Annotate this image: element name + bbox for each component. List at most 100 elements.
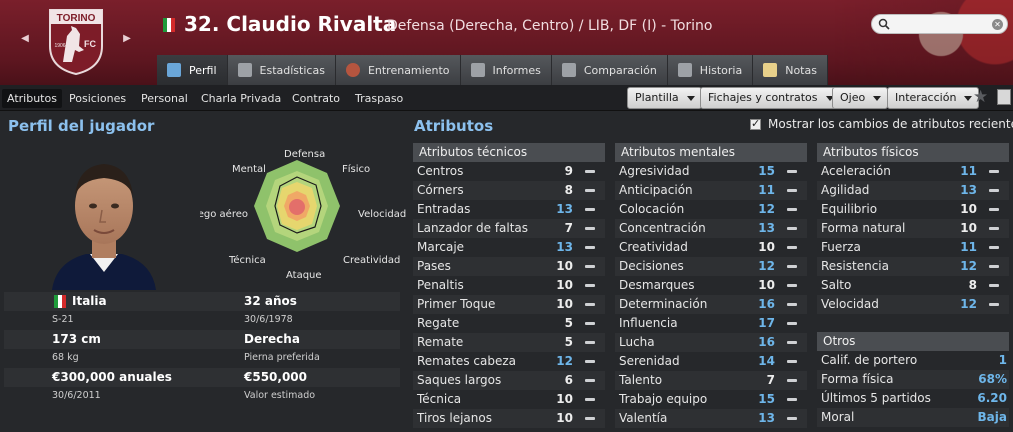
attribute-row[interactable]: Forma natural 10 bbox=[817, 219, 1009, 238]
nationality-value[interactable]: Italia bbox=[72, 294, 107, 308]
search-icon bbox=[878, 18, 890, 30]
attribute-row[interactable]: Equilibrio 10 bbox=[817, 200, 1009, 219]
other-stat-row: Últimos 5 partidos 6.20 bbox=[817, 389, 1009, 408]
attribute-row[interactable]: Agilidad 13 bbox=[817, 181, 1009, 200]
attribute-row[interactable]: Decisiones 12 bbox=[615, 257, 807, 276]
torino-crest-icon: TORINO FC 1906 bbox=[49, 9, 103, 76]
attribute-row[interactable]: Creatividad 10 bbox=[615, 238, 807, 257]
attribute-value: 15 bbox=[758, 392, 775, 406]
attribute-row[interactable]: Valentía 13 bbox=[615, 409, 807, 428]
attribute-row[interactable]: Primer Toque 10 bbox=[413, 295, 605, 314]
attribute-row[interactable]: Técnica 10 bbox=[413, 390, 605, 409]
tab-informes[interactable]: Informes bbox=[460, 55, 552, 85]
attribute-name: Remates cabeza bbox=[417, 354, 516, 368]
attribute-value: 13 bbox=[960, 183, 977, 197]
attribute-row[interactable]: Saques largos 6 bbox=[413, 371, 605, 390]
interaccion-dropdown-label: Interacción bbox=[895, 91, 957, 104]
no-change-icon bbox=[787, 398, 797, 401]
no-change-icon bbox=[585, 322, 595, 325]
subtab-charla-privada[interactable]: Charla Privada bbox=[196, 89, 286, 108]
back-arrow-icon[interactable]: ◀ bbox=[18, 32, 32, 46]
attribute-row[interactable]: Lanzador de faltas 7 bbox=[413, 219, 605, 238]
attribute-name: Lanzador de faltas bbox=[417, 221, 529, 235]
attribute-row[interactable]: Lucha 16 bbox=[615, 333, 807, 352]
estimated-value-label: Valor estimado bbox=[244, 390, 316, 401]
attribute-row[interactable]: Velocidad 12 bbox=[817, 295, 1009, 314]
subtab-personal[interactable]: Personal bbox=[136, 89, 193, 108]
attribute-row[interactable]: Concentración 13 bbox=[615, 219, 807, 238]
no-change-icon bbox=[585, 398, 595, 401]
attribute-name: Velocidad bbox=[821, 297, 879, 311]
subtab-posiciones[interactable]: Posiciones bbox=[64, 89, 131, 108]
wage-value[interactable]: €300,000 anuales bbox=[52, 370, 172, 384]
attribute-row[interactable]: Regate 5 bbox=[413, 314, 605, 333]
attribute-row[interactable]: Pases 10 bbox=[413, 257, 605, 276]
attribute-value: 12 bbox=[556, 354, 573, 368]
attribute-row[interactable]: Influencia 17 bbox=[615, 314, 807, 333]
tab-estadisticas[interactable]: Estadísticas bbox=[227, 55, 336, 85]
attribute-name: Regate bbox=[417, 316, 460, 330]
attribute-row[interactable]: Córners 8 bbox=[413, 181, 605, 200]
fichajes-dropdown[interactable]: Fichajes y contratos bbox=[700, 87, 841, 109]
no-change-icon bbox=[787, 379, 797, 382]
attribute-row[interactable]: Marcaje 13 bbox=[413, 238, 605, 257]
chevron-down-icon bbox=[964, 96, 973, 101]
radar-label-fisico: Físico bbox=[342, 164, 371, 175]
attribute-row[interactable]: Determinación 16 bbox=[615, 295, 807, 314]
search-input[interactable]: ✕ bbox=[871, 14, 1008, 34]
attribute-row[interactable]: Agresividad 15 bbox=[615, 162, 807, 181]
subtab-atributos[interactable]: Atributos bbox=[2, 89, 62, 108]
no-change-icon bbox=[787, 322, 797, 325]
interaccion-dropdown[interactable]: Interacción bbox=[887, 87, 980, 109]
tab-comparacion[interactable]: Comparación bbox=[551, 55, 668, 85]
no-change-icon bbox=[989, 227, 999, 230]
attribute-row[interactable]: Desmarques 10 bbox=[615, 276, 807, 295]
attribute-row[interactable]: Penaltis 10 bbox=[413, 276, 605, 295]
no-change-icon bbox=[787, 265, 797, 268]
attribute-row[interactable]: Aceleración 11 bbox=[817, 162, 1009, 181]
no-change-icon bbox=[787, 303, 797, 306]
subtab-traspaso[interactable]: Traspaso bbox=[350, 89, 408, 108]
document-icon[interactable] bbox=[997, 89, 1011, 105]
attribute-name: Fuerza bbox=[821, 240, 861, 254]
report-icon bbox=[470, 63, 485, 77]
tab-label: Notas bbox=[785, 63, 817, 77]
plantilla-dropdown[interactable]: Plantilla bbox=[627, 87, 702, 109]
attribute-row[interactable]: Talento 7 bbox=[615, 371, 807, 390]
no-change-icon bbox=[585, 227, 595, 230]
tab-entrenamiento[interactable]: Entrenamiento bbox=[335, 55, 461, 85]
subtab-contrato[interactable]: Contrato bbox=[287, 89, 345, 108]
no-change-icon bbox=[989, 246, 999, 249]
tab-perfil[interactable]: Perfil bbox=[157, 55, 228, 85]
attribute-value: 7 bbox=[766, 373, 775, 387]
show-changes-checkbox[interactable] bbox=[750, 117, 761, 130]
attribute-row[interactable]: Salto 8 bbox=[817, 276, 1009, 295]
star-icon[interactable]: ★ bbox=[973, 87, 988, 107]
attribute-row[interactable]: Serenidad 14 bbox=[615, 352, 807, 371]
attribute-row[interactable]: Colocación 12 bbox=[615, 200, 807, 219]
tab-historia[interactable]: Historia bbox=[667, 55, 754, 85]
attribute-row[interactable]: Anticipación 11 bbox=[615, 181, 807, 200]
attribute-row[interactable]: Remates cabeza 12 bbox=[413, 352, 605, 371]
other-stat-value: 68% bbox=[978, 372, 1007, 386]
tab-label: Entrenamiento bbox=[367, 63, 450, 77]
attribute-row[interactable]: Resistencia 12 bbox=[817, 257, 1009, 276]
attribute-value: 13 bbox=[758, 221, 775, 235]
attribute-row[interactable]: Trabajo equipo 15 bbox=[615, 390, 807, 409]
attribute-row[interactable]: Centros 9 bbox=[413, 162, 605, 181]
preferred-foot-label: Pierna preferida bbox=[244, 352, 320, 363]
ojeo-dropdown[interactable]: Ojeo bbox=[832, 87, 889, 109]
tab-label: Historia bbox=[699, 63, 743, 77]
attribute-row[interactable]: Tiros lejanos 10 bbox=[413, 409, 605, 428]
technical-attributes-column: Atributos técnicos Centros 9 Córners 8 Entra… bbox=[413, 143, 605, 428]
other-stat-row: Moral Baja bbox=[817, 408, 1009, 427]
attribute-value: 5 bbox=[564, 316, 573, 330]
attribute-value: 12 bbox=[758, 259, 775, 273]
attribute-row[interactable]: Fuerza 11 bbox=[817, 238, 1009, 257]
tab-notas[interactable]: Notas bbox=[753, 55, 828, 85]
clear-search-icon[interactable]: ✕ bbox=[992, 19, 1003, 30]
forward-arrow-icon[interactable]: ▶ bbox=[120, 32, 134, 46]
attribute-row[interactable]: Entradas 13 bbox=[413, 200, 605, 219]
attribute-row[interactable]: Remate 5 bbox=[413, 333, 605, 352]
attribute-name: Decisiones bbox=[619, 259, 684, 273]
